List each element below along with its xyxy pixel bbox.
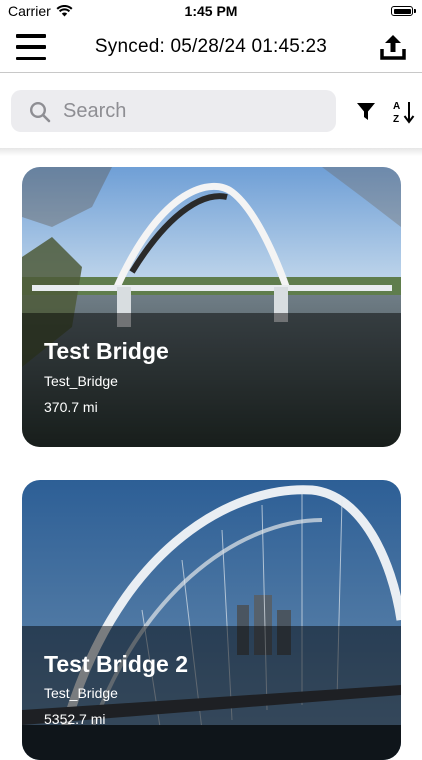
search-bar xyxy=(11,90,336,132)
bridge-id: Test_Bridge xyxy=(44,685,118,701)
bridge-name: Test Bridge 2 xyxy=(44,651,188,677)
battery-icon xyxy=(391,6,416,16)
filter-icon[interactable] xyxy=(356,102,376,122)
upload-icon[interactable] xyxy=(380,33,406,61)
svg-text:Z: Z xyxy=(393,114,399,125)
sync-status-title: Synced: 05/28/24 01:45:23 xyxy=(94,36,328,57)
bridge-name: Test Bridge xyxy=(44,338,169,364)
bridge-card[interactable]: Test Bridge Test_Bridge 370.7 mi xyxy=(22,167,401,447)
top-bar: Synced: 05/28/24 01:45:23 xyxy=(0,24,422,73)
bridge-id: Test_Bridge xyxy=(44,373,118,389)
search-input[interactable] xyxy=(63,90,323,132)
sort-az-icon[interactable]: A Z xyxy=(392,99,416,125)
status-bar: Carrier 1:45 PM xyxy=(0,0,422,24)
search-icon xyxy=(29,101,51,123)
bridge-distance: 5352.7 mi xyxy=(44,711,106,727)
svg-text:A: A xyxy=(393,101,400,112)
bridge-card[interactable]: Test Bridge 2 Test_Bridge 5352.7 mi xyxy=(22,480,401,760)
status-time: 1:45 PM xyxy=(184,3,238,19)
list-top-shadow xyxy=(0,148,422,156)
bridge-distance: 370.7 mi xyxy=(44,399,98,415)
